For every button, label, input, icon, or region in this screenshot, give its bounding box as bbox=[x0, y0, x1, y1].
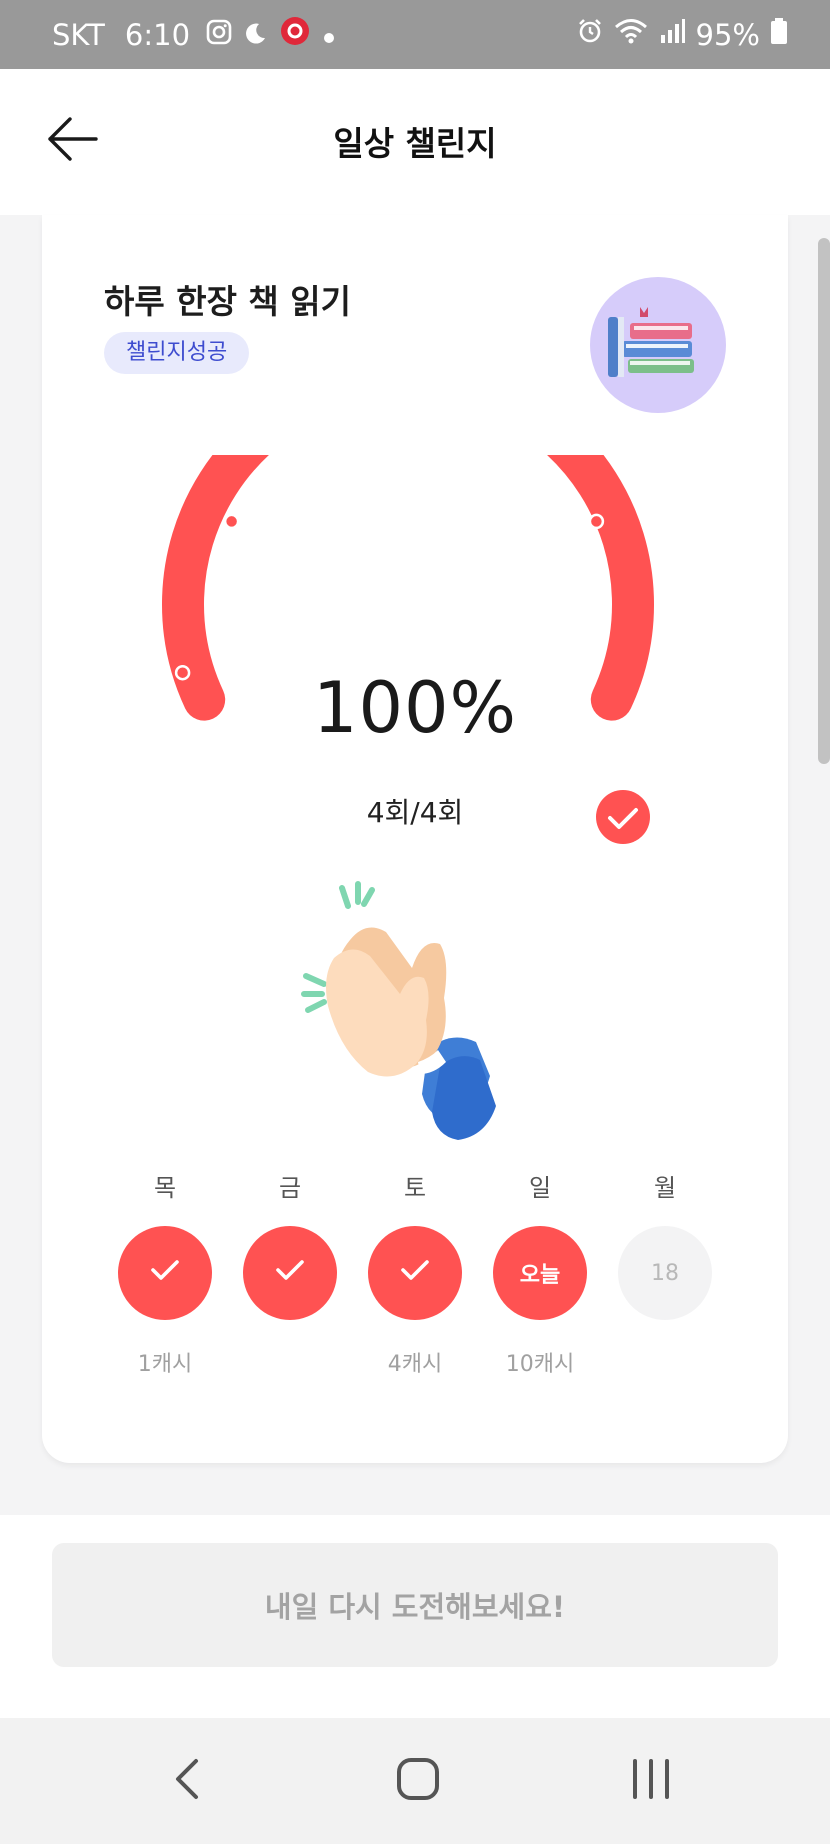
day-reward bbox=[615, 1346, 715, 1376]
day-item-thu: 목 1캐시 bbox=[115, 1170, 215, 1377]
day-reward: 4캐시 bbox=[387, 1352, 443, 1377]
check-icon bbox=[150, 1258, 180, 1288]
carrier-label: SKT bbox=[52, 17, 105, 52]
day-label: 토 bbox=[403, 1174, 427, 1202]
scrollbar[interactable] bbox=[818, 238, 830, 764]
back-nav-icon bbox=[172, 1757, 202, 1805]
home-nav-icon bbox=[395, 1756, 441, 1806]
day-label: 목 bbox=[153, 1174, 177, 1202]
day-item-mon: 월 18 bbox=[615, 1170, 715, 1376]
nav-home-button[interactable] bbox=[383, 1746, 453, 1816]
retry-tomorrow-button[interactable]: 내일 다시 도전해보세요! bbox=[52, 1543, 778, 1667]
day-status-done bbox=[243, 1226, 337, 1320]
wifi-icon bbox=[614, 17, 648, 52]
avatar bbox=[590, 277, 726, 413]
day-status-done bbox=[118, 1226, 212, 1320]
challenge-title: 하루 한장 책 읽기 bbox=[104, 282, 351, 321]
gauge-marker bbox=[223, 513, 240, 530]
app-header: 일상 챌린지 bbox=[0, 69, 830, 215]
signal-icon bbox=[658, 17, 686, 52]
clapping-hands-icon bbox=[300, 880, 530, 1150]
progress-count: 4회/4회 bbox=[366, 796, 464, 829]
day-item-sat: 토 4캐시 bbox=[365, 1170, 465, 1377]
challenge-card: 하루 한장 책 읽기 챌린지성공 100% 4회/4회 목 1캐시 금 토 4캐… bbox=[42, 215, 788, 1463]
day-reward bbox=[240, 1346, 340, 1376]
nav-recents-button[interactable] bbox=[616, 1746, 686, 1816]
page-title: 일상 챌린지 bbox=[333, 124, 497, 163]
alarm-icon bbox=[576, 17, 604, 52]
status-bar: SKT 6:10 95% bbox=[0, 0, 830, 69]
day-item-fri: 금 bbox=[240, 1170, 340, 1376]
books-icon bbox=[590, 307, 726, 417]
recents-nav-icon bbox=[629, 1757, 673, 1805]
day-status-done bbox=[368, 1226, 462, 1320]
moon-icon bbox=[244, 18, 268, 52]
check-icon bbox=[400, 1258, 430, 1288]
day-reward: 10캐시 bbox=[505, 1352, 575, 1377]
instagram-icon bbox=[206, 18, 232, 52]
battery-icon bbox=[770, 17, 788, 52]
record-icon bbox=[280, 16, 310, 53]
week-tracker: 목 1캐시 금 토 4캐시 일 오늘 10캐시 월 18 bbox=[42, 1170, 788, 1377]
dot-icon bbox=[322, 18, 336, 52]
day-status-future: 18 bbox=[618, 1226, 712, 1320]
day-status-today: 오늘 bbox=[493, 1226, 587, 1320]
clock-time: 6:10 bbox=[124, 17, 191, 52]
day-label: 금 bbox=[278, 1174, 302, 1202]
day-label: 월 bbox=[653, 1174, 677, 1202]
day-reward: 1캐시 bbox=[137, 1352, 193, 1377]
check-icon bbox=[275, 1258, 305, 1288]
gauge-marker bbox=[588, 513, 605, 530]
nav-back-button[interactable] bbox=[152, 1746, 222, 1816]
day-label: 일 bbox=[528, 1174, 552, 1202]
battery-percent: 95% bbox=[695, 17, 760, 52]
progress-percent: 100% bbox=[312, 667, 518, 749]
action-area: 내일 다시 도전해보세요! bbox=[0, 1515, 830, 1718]
status-badge: 챌린지성공 bbox=[104, 332, 250, 374]
system-nav-bar bbox=[0, 1718, 830, 1844]
day-item-sun: 일 오늘 10캐시 bbox=[490, 1170, 590, 1377]
